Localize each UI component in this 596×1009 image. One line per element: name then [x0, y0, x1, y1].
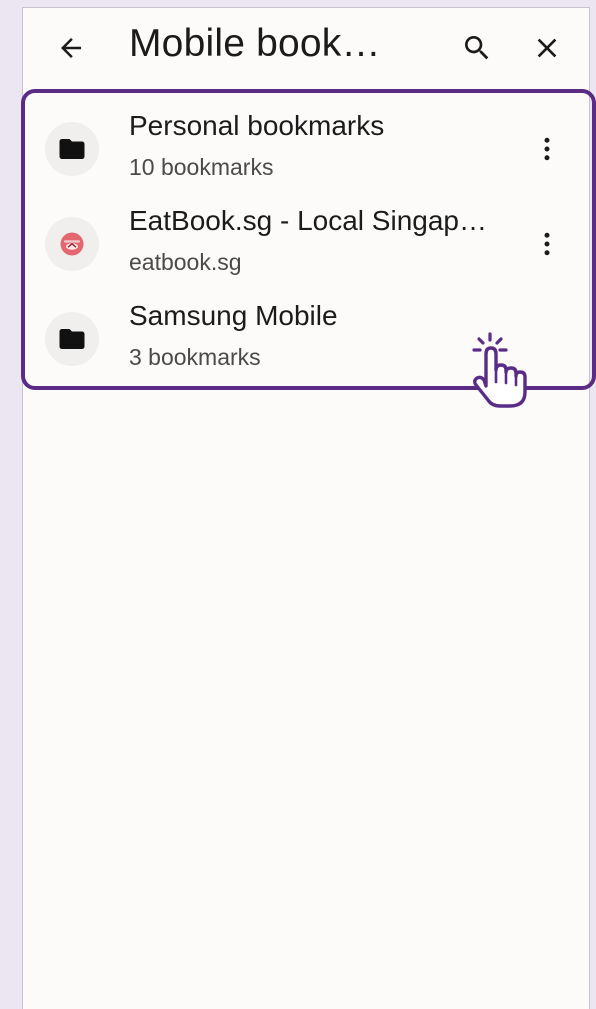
more-vert-icon: [544, 137, 550, 161]
bookmarks-screen: Mobile book… Personal bookmarks 10 bookm…: [23, 8, 589, 1009]
bookmark-title: Samsung Mobile: [129, 300, 338, 331]
bookmark-title: Personal bookmarks: [129, 110, 385, 141]
list-item[interactable]: EatBook.sg - Local Singap… eatbook.sg: [23, 197, 589, 291]
more-options-button[interactable]: [528, 221, 566, 267]
page-title: Mobile book…: [129, 22, 381, 65]
more-vert-icon: [544, 232, 550, 256]
list-item[interactable]: Personal bookmarks 10 bookmarks: [23, 102, 589, 196]
bookmark-subtitle: eatbook.sg: [129, 249, 242, 275]
tap-hand-icon: [472, 332, 527, 408]
folder-icon: [45, 122, 99, 176]
close-button[interactable]: [525, 26, 569, 70]
search-icon: [465, 36, 489, 60]
bookmark-subtitle: 3 bookmarks: [129, 344, 261, 370]
bookmark-subtitle: 10 bookmarks: [129, 154, 274, 180]
app-bar: Mobile book…: [23, 8, 589, 88]
folder-icon: [45, 312, 99, 366]
bookmark-title: EatBook.sg - Local Singap…: [129, 205, 487, 236]
site-favicon-icon: [45, 217, 99, 271]
back-button[interactable]: [49, 26, 93, 70]
more-options-button[interactable]: [528, 126, 566, 172]
arrow-back-icon: [61, 38, 81, 58]
close-icon: [537, 38, 557, 58]
search-button[interactable]: [455, 26, 499, 70]
